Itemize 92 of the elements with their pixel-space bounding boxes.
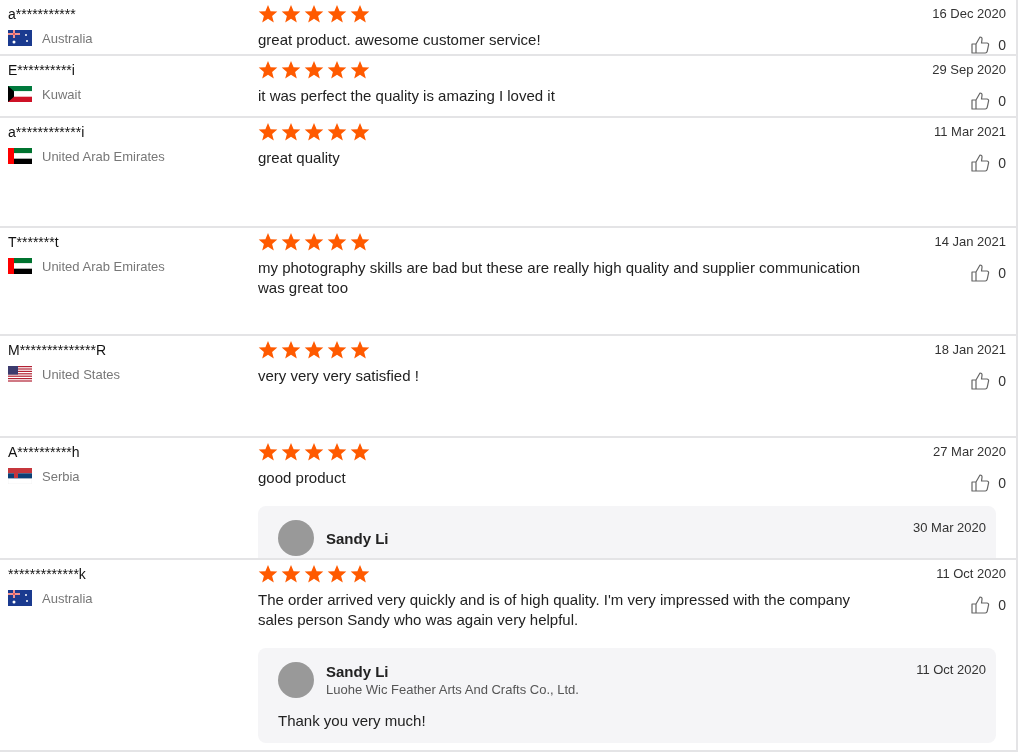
like-button[interactable]: 0 [970, 91, 1006, 111]
review-text: very very very satisfied ! [258, 366, 420, 386]
star-icon [327, 122, 347, 142]
flag-icon [8, 30, 32, 46]
reviewer-name: *************k [8, 566, 87, 582]
review-date: 29 Sep 2020 [932, 62, 1006, 77]
star-icon [281, 122, 301, 142]
country-name: Kuwait [42, 86, 82, 102]
review-text: it was perfect the quality is amazing I loved it [258, 86, 556, 106]
star-icon [350, 564, 370, 584]
star-icon [281, 4, 301, 24]
like-button[interactable]: 0 [970, 35, 1006, 54]
star-icon [281, 442, 301, 462]
thumbs-up-icon [970, 263, 991, 283]
reviewer-name: T*******t [8, 234, 60, 250]
company-name: Luohe Wic Feather Arts And Crafts Co., Ltd. [326, 682, 580, 697]
reviewer-name: a************i [8, 124, 86, 140]
review-text: The order arrived very quickly and is of high quality. I'm very impressed with the company sales person Sandy who was again very helpful. [258, 590, 851, 630]
review-date: 27 Mar 2020 [933, 444, 1006, 459]
seller-name: Sandy Li [326, 529, 390, 547]
review-date: 18 Jan 2021 [934, 342, 1006, 357]
thumbs-up-icon [970, 91, 991, 111]
star-icon [304, 232, 324, 252]
country-name: United Arab Emirates [42, 148, 165, 164]
country-name: Serbia [42, 468, 80, 484]
like-button[interactable]: 0 [970, 371, 1006, 391]
avatar [278, 662, 314, 698]
star-icon [350, 442, 370, 462]
review-text: great product. awesome customer service! [258, 30, 542, 50]
star-icon [350, 122, 370, 142]
thumbs-up-icon [970, 473, 991, 493]
thumbs-up-icon [970, 153, 991, 173]
review-date: 14 Jan 2021 [934, 234, 1006, 249]
review-date: 16 Dec 2020 [932, 6, 1006, 21]
like-button[interactable]: 0 [970, 263, 1006, 283]
star-icon [258, 60, 278, 80]
reviewer-name: a*********** [8, 6, 77, 22]
star-icon [350, 340, 370, 360]
reviewer-name: E**********i [8, 62, 76, 78]
star-icon [258, 232, 278, 252]
star-icon [258, 4, 278, 24]
flag-icon [8, 148, 32, 164]
star-icon [281, 232, 301, 252]
star-icon [304, 4, 324, 24]
star-icon [350, 4, 370, 24]
star-icon [327, 340, 347, 360]
flag-icon [8, 590, 32, 606]
star-icon [304, 442, 324, 462]
thumbs-up-icon [970, 371, 991, 391]
country-name: Australia [42, 30, 93, 46]
star-icon [281, 340, 301, 360]
star-icon [258, 564, 278, 584]
avatar [278, 520, 314, 556]
flag-icon [8, 86, 32, 102]
like-button[interactable]: 0 [970, 595, 1006, 615]
flag-icon [8, 366, 32, 382]
like-button[interactable]: 0 [970, 153, 1006, 173]
star-icon [327, 442, 347, 462]
seller-name: Sandy Li [326, 663, 390, 680]
review-text: great quality [258, 148, 341, 168]
reply-date: 30 Mar 2020 [913, 520, 986, 535]
like-button[interactable]: 0 [970, 473, 1006, 493]
review-text: my photography skills are bad but these are really high quality and supplier communication was great too [258, 258, 861, 298]
star-icon [281, 60, 301, 80]
country-name: United Arab Emirates [42, 258, 165, 274]
star-icon [281, 564, 301, 584]
reply-text: Thank you very much! [278, 712, 427, 729]
star-icon [258, 442, 278, 462]
reviewer-name: M**************R [8, 342, 108, 358]
country-name: United States [42, 366, 121, 382]
star-icon [327, 4, 347, 24]
flag-icon [8, 258, 32, 274]
star-icon [350, 232, 370, 252]
thumbs-up-icon [970, 35, 991, 54]
review-date: 11 Oct 2020 [936, 566, 1006, 581]
review-text: good product [258, 468, 347, 488]
reply-date: 11 Oct 2020 [916, 662, 986, 677]
flag-icon [8, 468, 32, 484]
star-icon [304, 122, 324, 142]
star-icon [304, 60, 324, 80]
reviewer-name: A**********h [8, 444, 81, 460]
star-icon [327, 564, 347, 584]
star-icon [327, 232, 347, 252]
country-name: Australia [42, 590, 93, 606]
star-icon [350, 60, 370, 80]
star-icon [258, 122, 278, 142]
star-icon [304, 340, 324, 360]
star-icon [327, 60, 347, 80]
review-date: 11 Mar 2021 [933, 124, 1006, 139]
star-icon [258, 340, 278, 360]
star-icon [304, 564, 324, 584]
thumbs-up-icon [970, 595, 991, 615]
